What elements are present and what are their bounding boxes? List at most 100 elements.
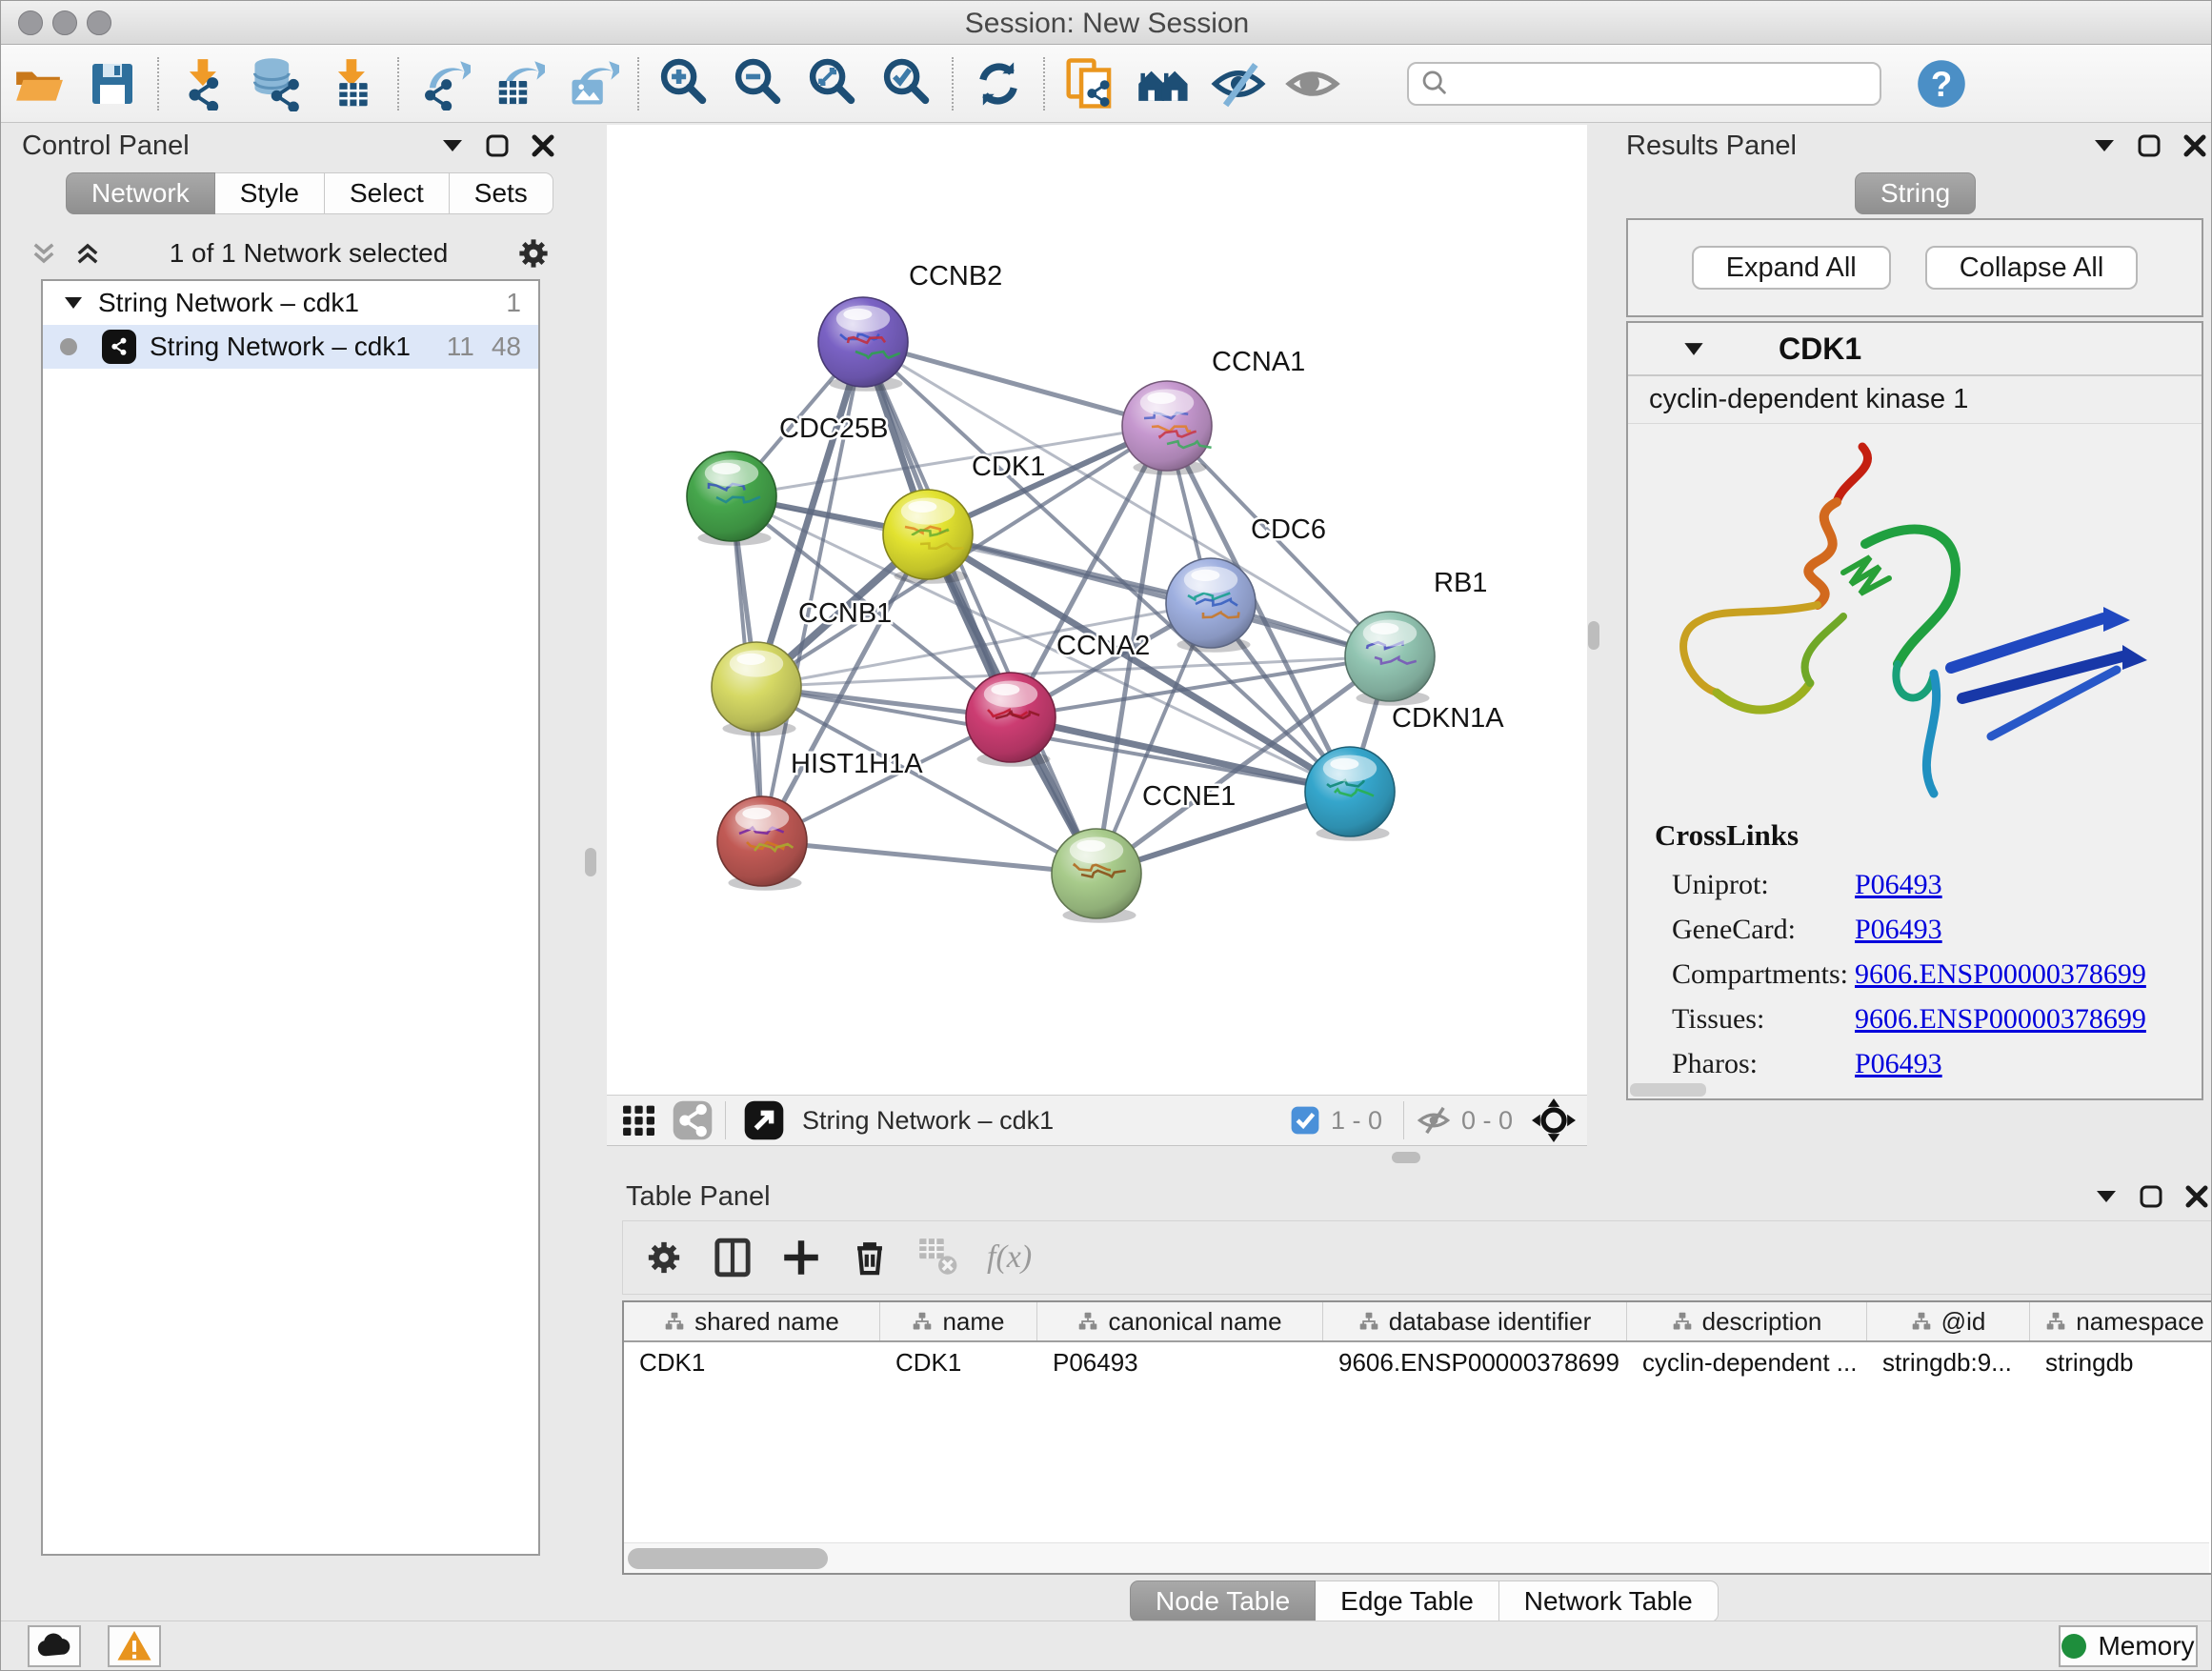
expand-all-button[interactable]: Expand All	[1692, 246, 1891, 290]
open-session-button[interactable]	[1, 53, 75, 114]
zoom-fit-button[interactable]	[795, 53, 870, 114]
column-header-canonical-name[interactable]: canonical name	[1037, 1302, 1323, 1340]
crosslink-link[interactable]: P06493	[1855, 1048, 1942, 1080]
right-splitter-handle[interactable]	[1588, 621, 1599, 650]
crosslink-link[interactable]: 9606.ENSP00000378699	[1855, 958, 2146, 991]
node-CCNA1[interactable]: CCNA1	[1122, 347, 1305, 475]
birdseye-navigator-icon[interactable]	[1532, 1098, 1576, 1142]
crosslink-link[interactable]: P06493	[1855, 914, 1942, 946]
cell-database-identifier[interactable]: 9606.ENSP00000378699	[1323, 1342, 1627, 1382]
cell-shared-name[interactable]: CDK1	[624, 1342, 880, 1382]
grid-view-icon[interactable]	[620, 1101, 658, 1139]
tab-edge-table[interactable]: Edge Table	[1316, 1580, 1499, 1622]
table-hscrollbar-track[interactable]	[624, 1542, 2209, 1573]
delete-column-icon[interactable]	[850, 1238, 890, 1278]
column-header-namespace[interactable]: namespace	[2030, 1302, 2212, 1340]
memory-button[interactable]: Memory	[2059, 1625, 2198, 1667]
collapse-all-icon[interactable]	[30, 239, 58, 268]
cell-namespace[interactable]: stringdb	[2030, 1342, 2212, 1382]
float-panel-icon[interactable]	[441, 138, 464, 153]
selected-checkbox-icon[interactable]	[1289, 1104, 1321, 1137]
crosslink-link[interactable]: P06493	[1855, 869, 1942, 901]
cloud-button[interactable]	[28, 1625, 81, 1667]
results-scrollbar[interactable]	[1630, 1083, 1706, 1097]
network-options-gear-icon[interactable]	[515, 235, 552, 272]
close-panel-icon[interactable]	[531, 133, 555, 158]
export-table-button[interactable]	[481, 53, 555, 114]
node-table[interactable]: shared namenamecanonical namedatabase id…	[622, 1300, 2212, 1575]
export-network-button[interactable]	[407, 53, 481, 114]
zoom-selected-button[interactable]	[870, 53, 944, 114]
help-button[interactable]: ?	[1904, 53, 1979, 114]
show-columns-icon[interactable]	[713, 1238, 753, 1278]
node-CDC25B[interactable]: CDC25B	[687, 413, 888, 546]
import-table-file-button[interactable]	[315, 53, 390, 114]
import-network-database-button[interactable]	[241, 53, 315, 114]
column-header-shared-name[interactable]: shared name	[624, 1302, 880, 1340]
node-CDKN1A[interactable]: CDKN1A	[1305, 703, 1504, 841]
tab-select[interactable]: Select	[325, 172, 450, 214]
edge-CCNB2-CCNE1[interactable]	[863, 342, 1096, 874]
gene-section-header[interactable]: CDK1	[1628, 323, 2202, 376]
zoom-out-button[interactable]	[721, 53, 795, 114]
collapse-all-button[interactable]: Collapse All	[1925, 246, 2139, 290]
home-networks-button[interactable]	[1127, 53, 1201, 114]
table-row[interactable]: CDK1CDK1P064939606.ENSP00000378699cyclin…	[624, 1342, 2211, 1382]
node-RB1[interactable]: RB1	[1345, 568, 1487, 706]
maximize-panel-icon[interactable]	[485, 133, 510, 158]
tab-node-table[interactable]: Node Table	[1130, 1580, 1316, 1622]
float-panel-icon[interactable]	[2093, 138, 2116, 153]
table-options-gear-icon[interactable]	[644, 1238, 684, 1278]
close-panel-icon[interactable]	[2182, 133, 2207, 158]
search-box[interactable]	[1407, 62, 1881, 106]
create-column-icon[interactable]	[781, 1238, 821, 1278]
tab-network-table[interactable]: Network Table	[1499, 1580, 1719, 1622]
cell-canonical-name[interactable]: P06493	[1037, 1342, 1323, 1382]
tab-string[interactable]: String	[1855, 172, 1976, 214]
left-splitter-handle[interactable]	[585, 848, 596, 876]
function-builder-icon[interactable]: f(x)	[987, 1239, 1032, 1276]
network-collection-row[interactable]: String Network – cdk1 1	[43, 281, 538, 325]
maximize-panel-icon[interactable]	[2139, 1184, 2163, 1209]
network-row-selected[interactable]: String Network – cdk1 11 48	[43, 325, 538, 369]
cell-name[interactable]: CDK1	[880, 1342, 1037, 1382]
crosslink-link[interactable]: 9606.ENSP00000378699	[1855, 1003, 2146, 1036]
cell-description[interactable]: cyclin-dependent ...	[1627, 1342, 1867, 1382]
section-expander-icon[interactable]	[1683, 342, 1704, 356]
network-share-icon[interactable]	[672, 1099, 714, 1141]
warning-icon	[116, 1628, 152, 1664]
open-in-window-icon[interactable]	[743, 1099, 785, 1141]
node-HIST1H1A[interactable]: HIST1H1A	[717, 749, 923, 891]
import-network-file-button[interactable]	[167, 53, 241, 114]
hide-selected-button[interactable]	[1201, 53, 1276, 114]
column-header-description[interactable]: description	[1627, 1302, 1867, 1340]
table-hscrollbar-thumb[interactable]	[628, 1548, 828, 1569]
column-header-database-identifier[interactable]: database identifier	[1323, 1302, 1627, 1340]
save-session-button[interactable]	[75, 53, 150, 114]
hidden-eye-icon[interactable]	[1416, 1102, 1452, 1138]
export-image-button[interactable]	[555, 53, 630, 114]
column-header-name[interactable]: name	[880, 1302, 1037, 1340]
string-import-button[interactable]	[1053, 53, 1127, 114]
maximize-panel-icon[interactable]	[2137, 133, 2162, 158]
cell--id[interactable]: stringdb:9...	[1867, 1342, 2030, 1382]
zoom-in-button[interactable]	[647, 53, 721, 114]
tab-style[interactable]: Style	[215, 172, 325, 214]
float-panel-icon[interactable]	[2095, 1189, 2118, 1204]
selection-status: 1 of 1 Network selected	[102, 238, 515, 269]
warnings-button[interactable]	[108, 1625, 161, 1667]
search-input[interactable]	[1449, 68, 1849, 99]
close-panel-icon[interactable]	[2184, 1184, 2209, 1209]
expand-all-icon[interactable]	[73, 239, 102, 268]
network-canvas[interactable]: CCNB2CCNA1CDC25BCDK1CDC6RB1CCNB1CCNA2CDK…	[607, 125, 1587, 1095]
show-all-button[interactable]	[1276, 53, 1350, 114]
edge-CDK1-RB1[interactable]	[928, 534, 1390, 656]
table-panel-title: Table Panel	[626, 1181, 771, 1213]
tab-network[interactable]: Network	[66, 172, 215, 214]
tree-expander-icon[interactable]	[64, 296, 83, 310]
delete-table-icon[interactable]	[918, 1238, 958, 1278]
node-CCNE1[interactable]: CCNE1	[1052, 781, 1236, 923]
tab-sets[interactable]: Sets	[450, 172, 553, 214]
refresh-button[interactable]	[961, 53, 1036, 114]
column-header--id[interactable]: @id	[1867, 1302, 2030, 1340]
